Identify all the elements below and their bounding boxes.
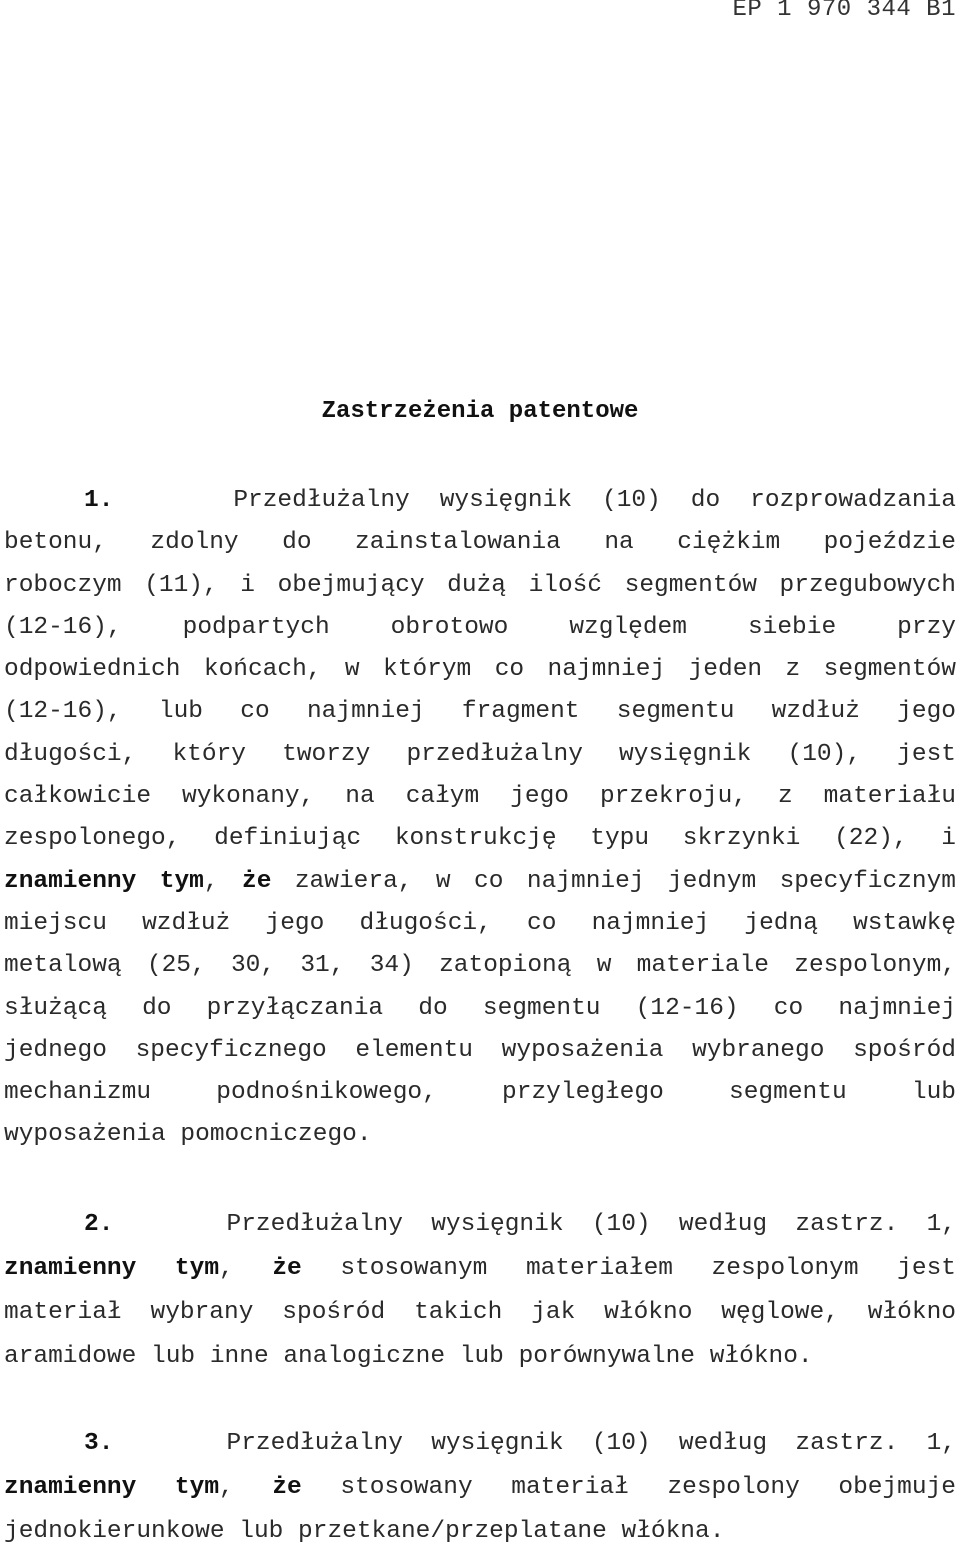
claim-text: Przedłużalny wysięgnik (10) do rozprowad… [233, 487, 956, 514]
claim-text: zawiera, w co najmniej jednym specyficzn… [294, 867, 956, 895]
claim-line: zespolonego, definiując konstrukcję typu… [4, 825, 956, 853]
claim-line: jednego specyficznego elementu wyposażen… [4, 1036, 956, 1064]
claim-line: wyposażenia pomocniczego. [4, 1121, 372, 1149]
claim-line: betonu, zdolny do zainstalowania na cięż… [4, 529, 956, 557]
claim-line: odpowiednich końcach, w którym co najmni… [4, 656, 956, 684]
claim-2: 2. Przedłużalny wysięgnik (10) według za… [4, 1203, 956, 1379]
page-title: Zastrzeżenia patentowe [321, 398, 639, 425]
claim-line: roboczym (11), i obejmujący dużą ilość s… [4, 571, 956, 599]
characterizing-phrase: znamienny tym [4, 1474, 220, 1501]
comma: , [219, 1255, 234, 1282]
claim-text: stosowanym materiałem zespolonym jest [340, 1255, 956, 1282]
claim-1: 1. Przedłużalny wysięgnik (10) do rozpro… [4, 480, 956, 1157]
claim-line: 3. Przedłużalny wysięgnik (10) według za… [4, 1422, 956, 1466]
claim-line: znamienny tym, że stosowanym materiałem … [4, 1247, 956, 1291]
comma: , [219, 1474, 234, 1501]
claim-text: Przedłużalny wysięgnik (10) według zastr… [226, 1430, 956, 1457]
claim-text: stosowany materiał zespolony obejmuje [340, 1474, 956, 1501]
claim-line: jednokierunkowe lub przetkane/przeplatan… [4, 1518, 725, 1545]
claim-line: znamienny tym, że zawiera, w co najmniej… [4, 861, 956, 903]
claim-number: 1. [84, 487, 114, 514]
claim-text: Przedłużalny wysięgnik (10) według zastr… [226, 1211, 956, 1238]
comma: , [203, 867, 219, 895]
claim-line: 2. Przedłużalny wysięgnik (10) według za… [4, 1203, 956, 1247]
claim-line: miejscu wzdłuż jego długości, co najmnie… [4, 909, 956, 937]
claim-line: służącą do przyłączania do segmentu (12-… [4, 994, 956, 1022]
claim-number: 2. [84, 1211, 114, 1238]
characterizing-phrase-2: że [272, 1255, 302, 1282]
claim-number: 3. [84, 1430, 114, 1457]
characterizing-phrase-2: że [242, 867, 272, 895]
claim-line: metalową (25, 30, 31, 34) zatopioną w ma… [4, 952, 956, 980]
characterizing-phrase: znamienny tym [4, 1255, 220, 1282]
claim-line: (12-16), podpartych obrotowo względem si… [4, 613, 956, 641]
document-number: EP 1 970 344 B1 [732, 0, 956, 23]
characterizing-phrase-2: że [272, 1474, 302, 1501]
claim-line: (12-16), lub co najmniej fragment segmen… [4, 698, 956, 726]
claim-line: znamienny tym, że stosowany materiał zes… [4, 1466, 956, 1510]
claim-line: materiał wybrany spośród takich jak włók… [4, 1299, 956, 1326]
claim-line: całkowicie wykonany, na całym jego przek… [4, 783, 956, 811]
claim-line: aramidowe lub inne analogiczne lub porów… [4, 1343, 813, 1370]
claim-line: 1. Przedłużalny wysięgnik (10) do rozpro… [4, 480, 956, 522]
claim-line: długości, który tworzy przedłużalny wysi… [4, 740, 956, 768]
characterizing-phrase: znamienny tym [4, 867, 204, 895]
claim-3: 3. Przedłużalny wysięgnik (10) według za… [4, 1422, 956, 1554]
claim-line: mechanizmu podnośnikowego, przyległego s… [4, 1079, 956, 1107]
